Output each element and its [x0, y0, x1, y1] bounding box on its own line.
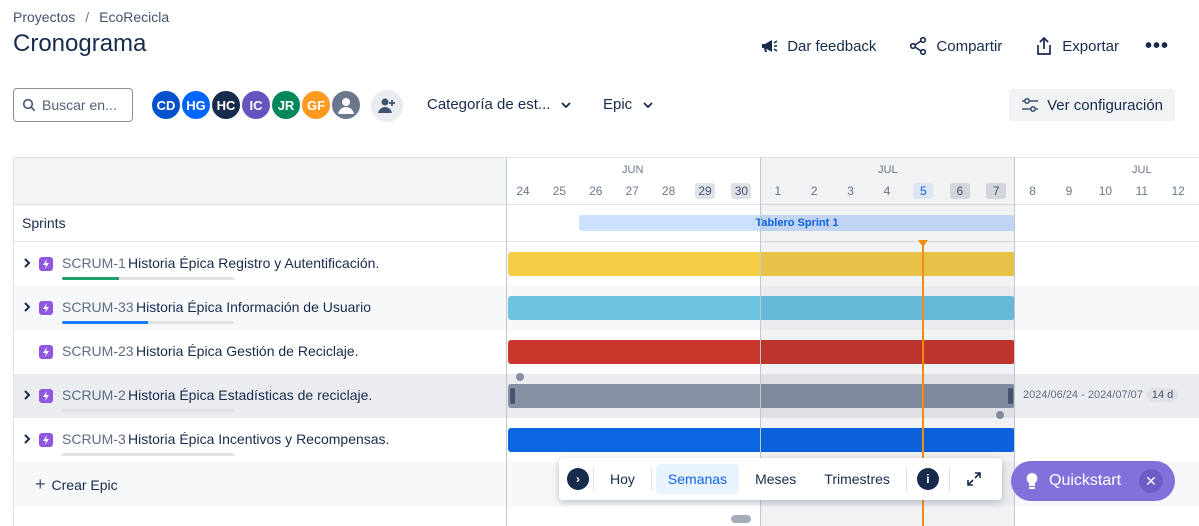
date-range-text: 2024/06/24 - 2024/07/07	[1023, 389, 1143, 401]
search-input[interactable]: Buscar en...	[13, 88, 133, 122]
calendar-day: 11	[1135, 184, 1149, 198]
fullscreen-button[interactable]	[954, 464, 994, 494]
epic-filter-label: Epic	[603, 96, 633, 113]
expand-icon	[967, 472, 981, 486]
chevron-down-icon	[643, 101, 653, 108]
quarters-button[interactable]: Trimestres	[812, 464, 902, 494]
breadcrumb-projects[interactable]: Proyectos	[13, 9, 75, 25]
calendar-day: 5	[913, 183, 934, 199]
dependency-handle[interactable]	[516, 373, 524, 381]
breadcrumb-separator: /	[85, 9, 90, 25]
more-options-button[interactable]: •••	[1135, 34, 1179, 58]
avatar[interactable]: JR	[270, 89, 302, 121]
avatar[interactable]: HG	[180, 89, 212, 121]
person-icon	[338, 98, 354, 114]
lightbulb-icon	[1026, 473, 1038, 489]
calendar-day: 8	[1029, 184, 1036, 198]
avatar[interactable]: GF	[300, 89, 332, 121]
search-icon	[22, 98, 36, 112]
category-filter-label: Categoría de est...	[427, 96, 551, 113]
info-icon[interactable]: i	[916, 468, 939, 490]
horizontal-scrollbar[interactable]	[731, 515, 751, 523]
export-icon	[1037, 36, 1052, 55]
chevron-down-icon	[561, 101, 572, 108]
feedback-label: Dar feedback	[787, 37, 877, 55]
avatar[interactable]: HC	[210, 89, 242, 121]
close-icon[interactable]: ✕	[1139, 469, 1163, 493]
quickstart-label: Quickstart	[1049, 472, 1122, 489]
view-settings-button[interactable]: Ver configuración	[1009, 89, 1175, 121]
resize-handle-left[interactable]	[510, 388, 515, 404]
view-settings-label: Ver configuración	[1047, 96, 1163, 114]
month-label: JUN	[622, 164, 644, 176]
top-actions: Dar feedback Compartir Exportar •••	[743, 34, 1179, 58]
calendar-day: 30	[731, 183, 752, 199]
month-label: JUL	[878, 164, 898, 176]
breadcrumb-project[interactable]: EcoRecicla	[99, 9, 169, 25]
add-user-button[interactable]	[371, 90, 403, 122]
toolbar-divider	[593, 467, 594, 491]
share-button[interactable]: Compartir	[892, 34, 1018, 58]
feedback-button[interactable]: Dar feedback	[743, 34, 892, 58]
page-title: Cronograma	[13, 30, 147, 57]
calendar-day: 3	[847, 184, 854, 198]
calendar-day: 12	[1171, 184, 1185, 198]
calendar-day: 24	[516, 184, 530, 198]
epic-bar[interactable]	[508, 428, 1015, 452]
share-icon	[910, 36, 927, 56]
view-toolbar: › Hoy Semanas Meses Trimestres i	[559, 458, 1002, 500]
month-label: JUL	[1132, 164, 1152, 176]
timeline-left-header	[14, 158, 507, 205]
today-button[interactable]: Hoy	[598, 464, 647, 494]
resize-handle-right[interactable]	[1008, 388, 1013, 404]
calendar-day: 9	[1065, 184, 1073, 198]
epic-bar[interactable]	[508, 340, 1015, 364]
calendar-day: 25	[552, 184, 567, 198]
toolbar-divider	[948, 467, 950, 491]
chevron-right-circle-icon[interactable]: ›	[567, 468, 589, 490]
epic-filter-dropdown[interactable]: Epic	[603, 96, 654, 113]
avatar[interactable]: IC	[240, 89, 272, 121]
calendar-day: 7	[986, 183, 1007, 199]
calendar-day: 4	[883, 184, 891, 198]
sprint-bar[interactable]: Tablero Sprint 1	[579, 215, 1015, 231]
avatar-unassigned[interactable]	[330, 89, 362, 121]
calendar-day: 1	[774, 184, 782, 198]
toolbar-divider	[905, 467, 907, 491]
calendar-day: 2	[810, 184, 818, 198]
today-marker	[918, 240, 928, 247]
export-button[interactable]: Exportar	[1018, 34, 1135, 58]
calendar-header: JUN JUL JUL 24 25 26 27 28 29 30 1 2 3 4 5 6 7 8 9 10 11 1…	[507, 158, 1199, 205]
duration-badge: 14 d	[1146, 388, 1179, 402]
share-label: Compartir	[936, 37, 1003, 55]
date-range-label: 2024/06/24 - 2024/07/07 14 d	[1023, 388, 1179, 402]
calendar-day: 28	[661, 184, 676, 198]
epic-bar[interactable]	[508, 252, 1015, 276]
toolbar-divider	[650, 467, 652, 491]
quickstart-button[interactable]: Quickstart ✕	[1011, 461, 1175, 501]
epic-bar[interactable]	[508, 296, 1015, 320]
calendar-day: 27	[625, 184, 639, 198]
months-button[interactable]: Meses	[743, 464, 808, 494]
export-label: Exportar	[1062, 37, 1119, 55]
weeks-button[interactable]: Semanas	[655, 464, 740, 494]
calendar-day: 10	[1098, 184, 1113, 198]
category-filter-dropdown[interactable]: Categoría de est...	[427, 96, 572, 113]
calendar-day: 6	[949, 183, 970, 199]
breadcrumb: Proyectos / EcoRecicla	[13, 9, 169, 25]
avatar-group: CD HG HC IC JR GF	[150, 89, 362, 121]
sliders-icon	[1022, 97, 1039, 113]
megaphone-icon	[762, 40, 778, 52]
calendar-day: 26	[589, 184, 603, 198]
epic-bar[interactable]	[508, 384, 1015, 408]
add-person-icon	[378, 98, 395, 113]
left-column-divider	[14, 205, 507, 526]
avatar[interactable]: CD	[150, 89, 182, 121]
calendar-day: 29	[695, 183, 715, 199]
search-placeholder: Buscar en...	[42, 97, 117, 113]
